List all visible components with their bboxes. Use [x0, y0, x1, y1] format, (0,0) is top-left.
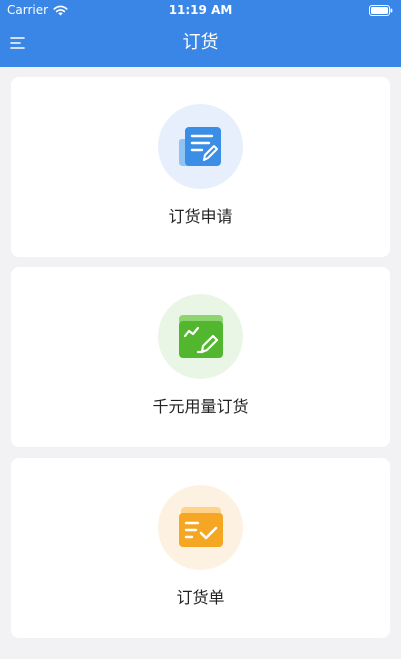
page-title: 订货	[182, 32, 219, 53]
usage-order-icon	[179, 315, 223, 358]
order-request-card[interactable]: 订货申请	[11, 77, 390, 257]
order-request-icon	[179, 127, 221, 166]
order-request-label: 订货申请	[168, 207, 233, 226]
app-screen: Carrier 11:19 AM 订货 订货申请 千元用量订货 订货单	[0, 0, 401, 659]
status-bar: Carrier 11:19 AM	[0, 0, 401, 20]
nav-bar: 订货	[0, 20, 401, 67]
usage-order-icon-circle	[158, 294, 243, 379]
usage-order-card[interactable]: 千元用量订货	[11, 267, 390, 447]
order-list-icon	[179, 507, 223, 547]
battery-icon	[369, 5, 393, 16]
order-list-label: 订货单	[176, 588, 225, 607]
order-list-card[interactable]: 订货单	[11, 458, 390, 638]
order-list-icon-circle	[158, 485, 243, 570]
status-time: 11:19 AM	[168, 3, 233, 17]
usage-order-label: 千元用量订货	[152, 397, 249, 416]
order-request-icon-circle	[158, 104, 243, 189]
header: Carrier 11:19 AM 订货	[0, 0, 401, 67]
